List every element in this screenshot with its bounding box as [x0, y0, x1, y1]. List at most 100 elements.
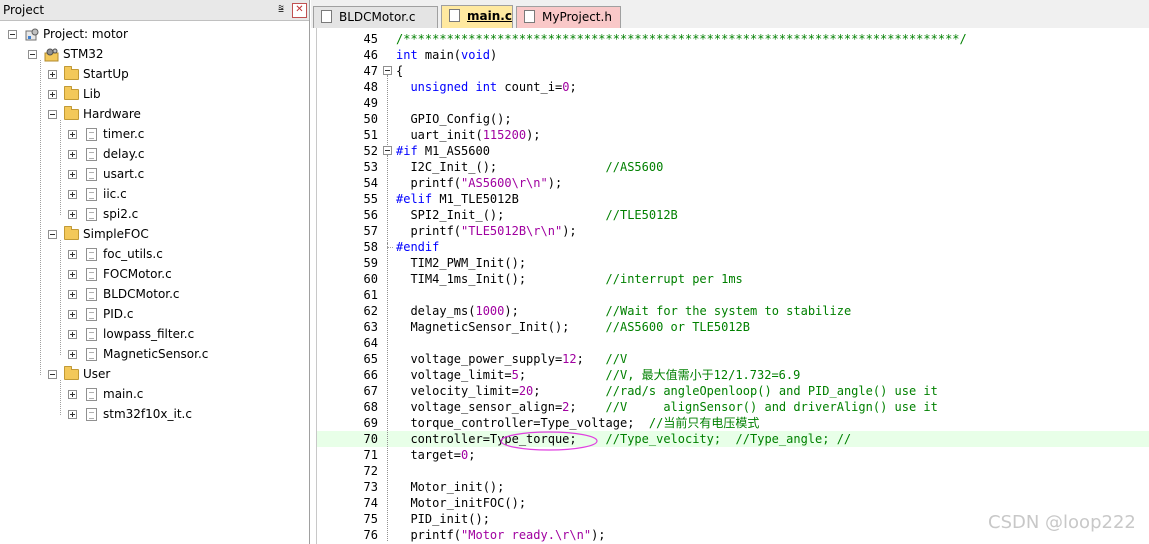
- code-line[interactable]: 72: [317, 463, 1149, 479]
- code-line[interactable]: 73 Motor_init();: [317, 479, 1149, 495]
- tree-file-item[interactable]: foc_utils.c: [0, 245, 309, 265]
- tree-file-item[interactable]: lowpass_filter.c: [0, 325, 309, 345]
- code-line[interactable]: 61: [317, 287, 1149, 303]
- code-line[interactable]: 65 voltage_power_supply=12; //V: [317, 351, 1149, 367]
- tree-folder-item[interactable]: StartUp: [0, 65, 309, 85]
- tree-file-item[interactable]: PID.c: [0, 305, 309, 325]
- tree-guide-line: [60, 380, 61, 415]
- c-file-icon: [86, 328, 97, 341]
- line-number: 54: [363, 176, 378, 190]
- tree-file-item[interactable]: iic.c: [0, 185, 309, 205]
- code-text: velocity_limit=20; //rad/s angleOpenloop…: [396, 384, 938, 398]
- tree-item-label: stm32f10x_it.c: [103, 407, 192, 421]
- code-line[interactable]: 62 delay_ms(1000); //Wait for the system…: [317, 303, 1149, 319]
- expand-icon[interactable]: [48, 90, 57, 99]
- code-line[interactable]: 70 controller=Type_torque; //Type_veloci…: [317, 431, 1149, 447]
- code-line[interactable]: 58 #endif: [317, 239, 1149, 255]
- code-text: Motor_initFOC();: [396, 496, 527, 510]
- tab-main-c[interactable]: main.c: [441, 5, 513, 28]
- code-text: GPIO_Config();: [396, 112, 512, 126]
- code-line[interactable]: 59 TIM2_PWM_Init();: [317, 255, 1149, 271]
- tree-folder-item[interactable]: Hardware: [0, 105, 309, 125]
- tab-myproject-h[interactable]: MyProject.h: [516, 6, 621, 28]
- tree-item-label: BLDCMotor.c: [103, 287, 180, 301]
- code-line[interactable]: 47 {: [317, 63, 1149, 79]
- pin-icon[interactable]: ⩰: [274, 3, 288, 17]
- tree-file-item[interactable]: timer.c: [0, 125, 309, 145]
- tree-file-item[interactable]: main.c: [0, 385, 309, 405]
- collapse-icon[interactable]: [8, 30, 17, 39]
- code-line[interactable]: 74 Motor_initFOC();: [317, 495, 1149, 511]
- expand-icon[interactable]: [68, 170, 77, 179]
- code-line[interactable]: 49: [317, 95, 1149, 111]
- tree-file-item[interactable]: delay.c: [0, 145, 309, 165]
- code-line[interactable]: 67 velocity_limit=20; //rad/s angleOpenl…: [317, 383, 1149, 399]
- fold-icon[interactable]: [383, 146, 392, 155]
- tree-folder-item[interactable]: SimpleFOC: [0, 225, 309, 245]
- code-line[interactable]: 51 uart_init(115200);: [317, 127, 1149, 143]
- code-line[interactable]: 50 GPIO_Config();: [317, 111, 1149, 127]
- expand-icon[interactable]: [68, 130, 77, 139]
- code-line[interactable]: 57 printf("TLE5012B\r\n");: [317, 223, 1149, 239]
- tree-file-item[interactable]: usart.c: [0, 165, 309, 185]
- code-text: #endif: [396, 240, 440, 254]
- collapse-icon[interactable]: [48, 370, 57, 379]
- fold-guide-line: [387, 155, 389, 247]
- collapse-icon[interactable]: [48, 230, 57, 239]
- code-line[interactable]: 45 /*************************************…: [317, 31, 1149, 47]
- code-line[interactable]: 60 TIM4_1ms_Init(); //interrupt per 1ms: [317, 271, 1149, 287]
- code-line[interactable]: 55 #elif M1_TLE5012B: [317, 191, 1149, 207]
- code-line[interactable]: 46 int main(void): [317, 47, 1149, 63]
- collapse-icon[interactable]: [28, 50, 37, 59]
- tree-root-item[interactable]: STM32: [0, 45, 309, 65]
- expand-icon[interactable]: [68, 390, 77, 399]
- code-line[interactable]: 68 voltage_sensor_align=2; //V alignSens…: [317, 399, 1149, 415]
- tree-file-item[interactable]: BLDCMotor.c: [0, 285, 309, 305]
- code-line[interactable]: 66 voltage_limit=5; //V, 最大值需小于12/1.732=…: [317, 367, 1149, 383]
- expand-icon[interactable]: [68, 210, 77, 219]
- expand-icon[interactable]: [68, 410, 77, 419]
- tab-bldcmotor-c[interactable]: BLDCMotor.c: [313, 6, 438, 28]
- collapse-icon[interactable]: [48, 110, 57, 119]
- line-number: 55: [363, 192, 378, 206]
- line-number: 48: [363, 80, 378, 94]
- tree-file-item[interactable]: MagneticSensor.c: [0, 345, 309, 365]
- expand-icon[interactable]: [68, 150, 77, 159]
- code-line[interactable]: 48 unsigned int count_i=0;: [317, 79, 1149, 95]
- code-line[interactable]: 54 printf("AS5600\r\n");: [317, 175, 1149, 191]
- tree-file-item[interactable]: FOCMotor.c: [0, 265, 309, 285]
- fold-guide-line: [387, 243, 389, 541]
- code-editor[interactable]: 45 /*************************************…: [316, 28, 1149, 544]
- expand-icon[interactable]: [68, 250, 77, 259]
- line-number: 69: [363, 416, 378, 430]
- tree-folder-item[interactable]: Lib: [0, 85, 309, 105]
- code-line[interactable]: 53 I2C_Init_(); //AS5600: [317, 159, 1149, 175]
- line-number: 68: [363, 400, 378, 414]
- tree-file-item[interactable]: spi2.c: [0, 205, 309, 225]
- code-text: target=0;: [396, 448, 476, 462]
- tree-file-item[interactable]: stm32f10x_it.c: [0, 405, 309, 425]
- tree-root-item[interactable]: Project: motor: [0, 25, 309, 45]
- expand-icon[interactable]: [68, 310, 77, 319]
- c-file-icon: [86, 168, 97, 181]
- code-line[interactable]: 69 torque_controller=Type_voltage; //当前只…: [317, 415, 1149, 431]
- line-number: 51: [363, 128, 378, 142]
- code-line[interactable]: 63 MagneticSensor_Init(); //AS5600 or TL…: [317, 319, 1149, 335]
- expand-icon[interactable]: [68, 270, 77, 279]
- fold-icon[interactable]: [383, 66, 392, 75]
- folder-icon: [64, 86, 79, 100]
- tree-item-label: lowpass_filter.c: [103, 327, 195, 341]
- code-line[interactable]: 52 #if M1_AS5600: [317, 143, 1149, 159]
- code-line[interactable]: 56 SPI2_Init_(); //TLE5012B: [317, 207, 1149, 223]
- expand-icon[interactable]: [68, 190, 77, 199]
- close-icon[interactable]: ✕: [292, 3, 307, 18]
- expand-icon[interactable]: [68, 350, 77, 359]
- code-line[interactable]: 71 target=0;: [317, 447, 1149, 463]
- code-line[interactable]: 64: [317, 335, 1149, 351]
- expand-icon[interactable]: [68, 290, 77, 299]
- tree-folder-item[interactable]: User: [0, 365, 309, 385]
- expand-icon[interactable]: [48, 70, 57, 79]
- line-number: 74: [363, 496, 378, 510]
- line-number: 71: [363, 448, 378, 462]
- expand-icon[interactable]: [68, 330, 77, 339]
